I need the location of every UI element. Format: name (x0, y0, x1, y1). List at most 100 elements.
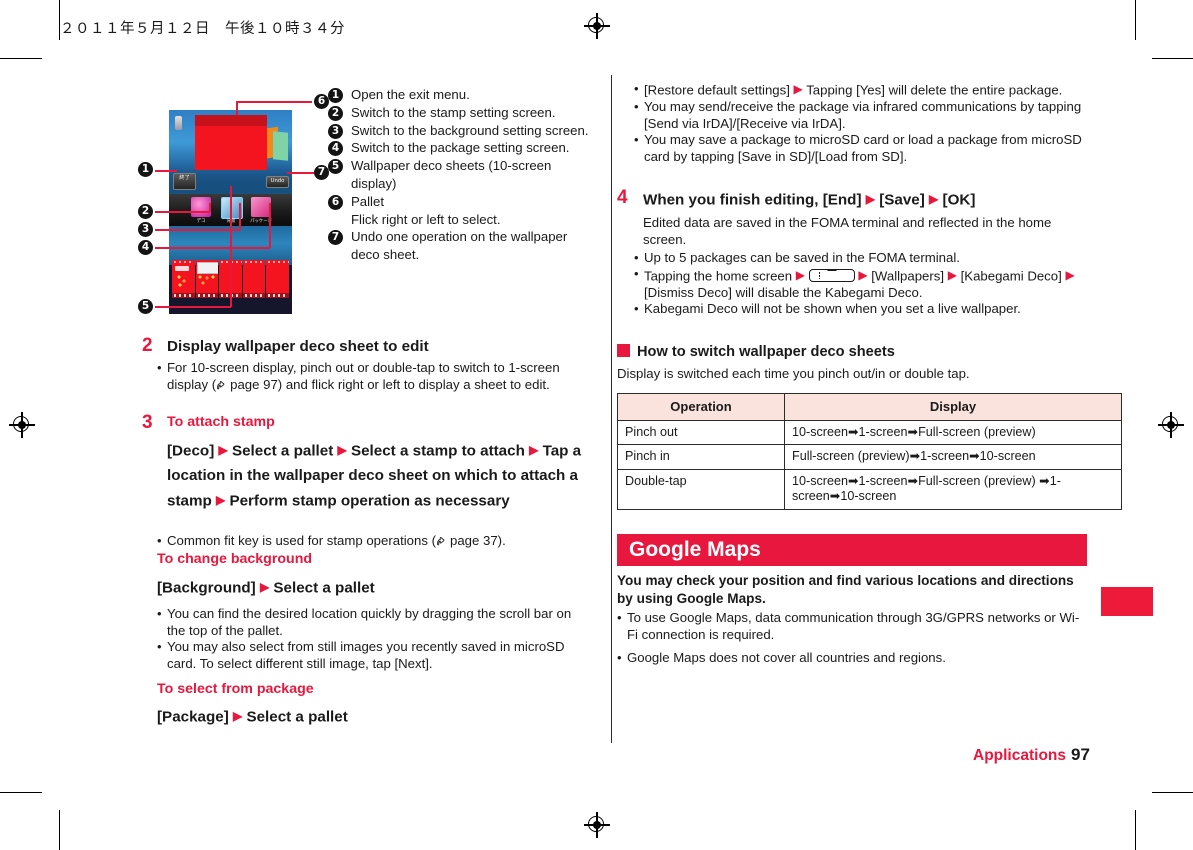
cell-display: 10-screen➡1-screen➡Full-screen (preview)… (784, 468, 1122, 510)
deco-sheet-thumb[interactable] (195, 260, 219, 298)
page-reference: page 37 (450, 533, 498, 548)
page-footer: Applications 97 (973, 745, 1090, 765)
column-divider (611, 75, 613, 743)
proc-part: [Package] (157, 708, 229, 726)
legend-item: 5 Wallpaper deco sheets (10-screen displ… (328, 157, 594, 193)
arrow-icon: ▶ (233, 709, 243, 723)
proc-part: Perform stamp operation as necessary (229, 492, 510, 509)
table-row: Pinch out 10-screen➡1-screen➡Full-screen… (617, 419, 1122, 445)
proc-part: [OK] (942, 191, 976, 209)
note-item: You may save a package to microSD card o… (634, 132, 1089, 165)
table-row: Pinch in Full-screen (preview)➡1-screen➡… (617, 444, 1122, 470)
legend-item: 4 Switch to the package setting screen. (328, 139, 594, 157)
cell-operation: Pinch in (617, 444, 785, 470)
footer-page-number: 97 (1071, 745, 1090, 764)
callout-5-leader-v (230, 186, 232, 307)
step-4-body: Edited data are saved in the FOMA termin… (643, 215, 1052, 247)
section-title: How to switch wallpaper deco sheets (637, 344, 895, 360)
crop-mark-top-right-h (1152, 58, 1193, 60)
legend-number: 5 (328, 159, 343, 175)
callout-2-leader-h (155, 211, 210, 213)
arrow-icon: ▶ (858, 267, 868, 282)
callout-4: 4 (138, 240, 153, 255)
note-item: Tapping the home screen ▶ ▶ [Wallpapers]… (634, 266, 1089, 302)
phone-undo-button[interactable]: Undo (266, 176, 289, 188)
table-col-display: Display (784, 393, 1122, 421)
deco-sheet-thumb[interactable] (242, 260, 266, 298)
callout-2: 2 (138, 204, 153, 219)
legend-item: 2 Switch to the stamp setting screen. (328, 104, 594, 122)
figure-legend: 1 Open the exit menu. 2 Switch to the st… (328, 86, 594, 264)
subheading-select-from-package: To select from package (157, 681, 314, 697)
legend-number: 4 (328, 141, 343, 157)
footer-section-label: Applications (973, 747, 1067, 764)
note-item: Up to 5 packages can be saved in the FOM… (634, 250, 1089, 267)
crop-mark-bottom-left-h (0, 792, 42, 794)
legend-item: 7 Undo one operation on the wallpaper de… (328, 228, 594, 264)
arrow-icon: ▶ (529, 443, 539, 457)
crop-mark-bottom-left-v (59, 810, 61, 850)
arrow-icon: ▶ (795, 267, 805, 282)
legend-number: 1 (328, 88, 343, 103)
arrow-icon: ▶ (929, 192, 939, 206)
step-4-number: 4 (617, 187, 628, 208)
page-header-datetime: ２０１１年５月１２日 午後１０時３４分 (60, 21, 345, 37)
table-col-operation: Operation (617, 393, 785, 421)
pallet-package-icon[interactable] (251, 197, 271, 217)
callout-1: 1 (138, 162, 153, 177)
phone-exit-button[interactable]: 終了 (173, 173, 196, 190)
legend-label: Pallet Flick right or left to select. (351, 193, 501, 227)
legend-item: 6 Pallet Flick right or left to select. (328, 193, 594, 229)
legend-item: 3 Switch to the background setting scree… (328, 122, 594, 140)
proc-part: [Background] (157, 579, 256, 597)
proc-part: Select a pallet (231, 442, 334, 460)
callout-4-leader-h (155, 247, 270, 249)
note-item: [Restore default settings] ▶ Tapping [Ye… (634, 80, 1089, 99)
wallpaper-folder-green (273, 131, 288, 161)
right-top-notes: [Restore default settings] ▶ Tapping [Ye… (634, 80, 1089, 165)
step-3-procedure: [Deco] ▶ Select a pallet ▶ Select a stam… (167, 438, 591, 513)
pallet-deco-label: デコ (196, 219, 206, 224)
callout-7-leader-h (287, 172, 314, 174)
step-3-heading: To attach stamp (167, 414, 275, 430)
crop-mark-bottom-right-v (1135, 810, 1137, 850)
legend-label: Wallpaper deco sheets (10-screen display… (351, 158, 552, 191)
pallet-deco-icon[interactable] (191, 197, 211, 217)
manual-page: ２０１１年５月１２日 午後１０時３４分 終了 Undo デコ 背景 パッケージ (0, 0, 1193, 850)
cell-operation: Double-tap (617, 468, 785, 510)
arrow-icon: ▶ (215, 492, 226, 507)
status-widget-icon (175, 116, 182, 130)
crop-mark-bottom-right-h (1152, 792, 1193, 794)
wallpaper-deco-sheet-header (195, 115, 267, 126)
proc-part: Select a stamp to attach (350, 442, 525, 460)
procedure-change-background: [Background] ▶ Select a pallet (157, 575, 593, 601)
legend-number: 6 (328, 194, 343, 210)
legend-label: Open the exit menu. (351, 87, 470, 102)
step-4-notes: Up to 5 packages can be saved in the FOM… (634, 250, 1089, 318)
callout-3-leader-v (239, 203, 241, 230)
legend-number: 3 (328, 123, 343, 139)
table-row: Double-tap 10-screen➡1-screen➡Full-scree… (617, 468, 1122, 510)
table-header-row: Operation Display (617, 393, 1122, 421)
step-2-heading: Display wallpaper deco sheet to edit (167, 338, 429, 355)
arrow-icon: ▶ (947, 267, 957, 282)
deco-sheet-thumb[interactable] (172, 260, 195, 298)
proc-part: [Deco] (167, 442, 215, 460)
google-maps-lead: You may check your position and find var… (617, 573, 1074, 606)
menu-key-icon (808, 269, 855, 283)
note-item: Kabegami Deco will not be shown when you… (634, 301, 1089, 318)
arrow-icon: ▶ (793, 82, 803, 96)
google-maps-banner: Google Maps (617, 534, 1087, 566)
step-3-notes: Common fit key is used for stamp operati… (157, 533, 593, 550)
deco-sheet-thumb[interactable] (266, 260, 289, 298)
note-item: For 10-screen display, pinch out or doub… (157, 359, 593, 393)
switch-display-table: Operation Display Pinch out 10-screen➡1-… (617, 393, 1122, 510)
callout-5-leader-h (155, 306, 231, 308)
reference-icon (216, 379, 229, 391)
arrow-icon: ▶ (218, 443, 228, 457)
callout-5: 5 (138, 299, 153, 314)
procedure-select-from-package: [Package] ▶ Select a pallet (157, 704, 593, 730)
step-2-notes: For 10-screen display, pinch out or doub… (157, 359, 593, 393)
proc-part: Select a pallet (246, 708, 348, 726)
note-item: To use Google Maps, data communication t… (617, 609, 1087, 643)
